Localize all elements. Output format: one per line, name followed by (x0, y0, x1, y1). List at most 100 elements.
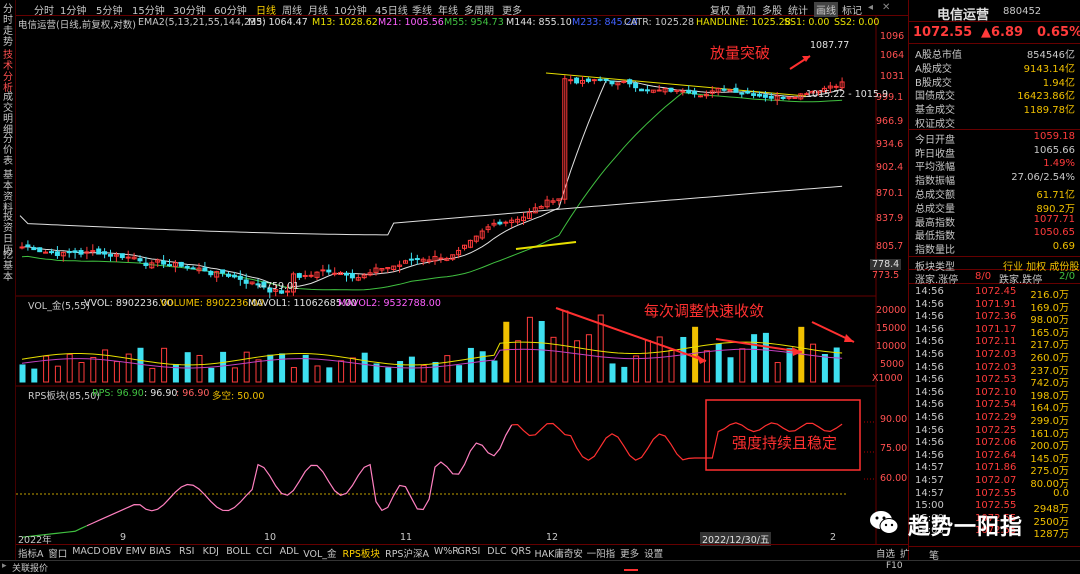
tick-row[interactable]: 14:56 1072.45 216.0万 (909, 286, 1073, 301)
tick-row[interactable]: 14:56 1072.03 260.0万 (909, 349, 1073, 364)
status-related-quote[interactable]: 关联报价 (12, 561, 48, 574)
tick-row[interactable]: 14:57 1072.07 80.00万 (909, 475, 1073, 490)
stat-row: 基金成交 1189.78亿 (913, 101, 1077, 116)
tool-overlay[interactable]: 叠加 (736, 2, 756, 17)
period-monthly[interactable]: 月线 (308, 2, 328, 17)
tick-row[interactable]: 14:57 1072.55 0.0 (909, 488, 1073, 500)
candle-body (751, 93, 757, 96)
tick-row[interactable]: 14:56 1071.17 165.0万 (909, 324, 1073, 339)
tool-fuquan[interactable]: 复权 (710, 2, 730, 17)
tick-row[interactable]: 14:57 1071.86 275.0万 (909, 462, 1073, 477)
indicator-tab[interactable]: RPS板块 (343, 546, 380, 560)
indicator-tab[interactable]: BOLL (226, 546, 250, 557)
ma-short-line (21, 79, 843, 289)
indicator-tab[interactable]: CCI (256, 546, 272, 557)
candle-body (627, 79, 633, 85)
indicator-tab[interactable]: RSI (179, 546, 194, 557)
period-fenshi[interactable]: 分时 (34, 2, 54, 17)
toolbar-more-icon[interactable]: ◂ (868, 2, 873, 13)
indicator-tab[interactable]: 一阳指 (587, 546, 616, 560)
period-more[interactable]: 更多 (502, 2, 522, 17)
sidebar-tab-jiben[interactable]: 基本资料 (1, 170, 15, 214)
tool-multistock[interactable]: 多股 (762, 2, 782, 17)
tool-stats[interactable]: 统计 (788, 2, 808, 17)
volume-bar (408, 356, 415, 383)
sidebar-tab-chengjiao[interactable]: 成交明细 (1, 92, 15, 136)
tick-row[interactable]: 14:56 1072.11 217.0万 (909, 336, 1073, 351)
tick-row[interactable]: 14:56 1072.54 164.0万 (909, 399, 1073, 414)
sidebar-tab-jishu[interactable]: 技术分析 (1, 50, 15, 94)
period-quarter[interactable]: 季线 (412, 2, 432, 17)
indicator-tab[interactable]: EMV (126, 546, 147, 557)
indicator-tab[interactable]: HAK庸奇安 (535, 546, 583, 560)
tick-row[interactable]: 14:56 1072.03 237.0万 (909, 362, 1073, 377)
candle-body (66, 251, 72, 254)
m21-value: M21: 1005.56 (378, 17, 444, 28)
tick-time: 14:57 (915, 475, 944, 486)
period-1min[interactable]: 1分钟 (60, 2, 86, 17)
period-multi[interactable]: 多周期 (464, 2, 494, 17)
tick-row[interactable]: 14:56 1072.29 299.0万 (909, 412, 1073, 427)
tick-row[interactable]: 14:56 1072.06 200.0万 (909, 437, 1073, 452)
tick-row[interactable]: 14:56 1072.64 145.0万 (909, 449, 1073, 465)
candle-body (644, 89, 650, 92)
period-60min[interactable]: 60分钟 (214, 2, 247, 17)
tab-expand[interactable]: 扩 (900, 546, 910, 560)
tab-zixuan[interactable]: 自选 (876, 546, 895, 560)
indicator-tab[interactable]: 窗口 (48, 546, 67, 560)
indicator-tab[interactable]: BIAS (149, 546, 171, 557)
kline-chart[interactable] (16, 16, 908, 544)
candle-body (768, 95, 774, 99)
close-icon[interactable]: ✕ (882, 2, 890, 13)
sidebar-tab-wajiben[interactable]: 挖基本 (1, 250, 15, 283)
stat-value: 1059.18 (1033, 130, 1075, 142)
status-f10[interactable]: F10 (886, 561, 903, 571)
indicator-tab[interactable]: KDJ (203, 546, 219, 557)
indicator-tab[interactable]: 更多 (620, 546, 639, 560)
period-daily[interactable]: 日线 (256, 2, 276, 17)
tick-price: 1072.54 (975, 399, 1017, 411)
indicator-tab[interactable]: OBV (102, 546, 122, 557)
indicator-tab[interactable]: DLC (487, 546, 506, 557)
indicator-tab[interactable]: 设置 (644, 546, 663, 560)
tick-time: 14:56 (915, 449, 944, 461)
volume-bar (444, 355, 451, 383)
tool-draw[interactable]: 画线 (814, 2, 838, 17)
period-10min[interactable]: 10分钟 (334, 2, 367, 17)
period-30min[interactable]: 30分钟 (173, 2, 206, 17)
indicator-tab[interactable]: MACD (72, 546, 100, 557)
period-15min[interactable]: 15分钟 (132, 2, 165, 17)
tick-row[interactable]: 14:56 1071.91 169.0万 (909, 299, 1073, 314)
tick-row[interactable]: 14:56 1072.10 198.0万 (909, 386, 1073, 402)
sidebar-tab-fenshi[interactable]: 分时走势 (1, 4, 15, 48)
tick-row[interactable]: 14:56 1072.53 742.0万 (909, 374, 1073, 389)
stat-label: 指数振幅 (915, 176, 955, 188)
volume-bar (326, 367, 333, 383)
x-tick: 10 (264, 532, 277, 543)
candle-body (208, 270, 214, 276)
candle-body (178, 261, 184, 267)
rps-duokong: 多空: 50.00 (212, 391, 265, 402)
stat-row: 总成交额 61.71亿 (913, 186, 1077, 201)
candle-body (408, 258, 414, 261)
sidebar-tab-fenjia[interactable]: 分价表 (1, 134, 15, 167)
indicator-tab[interactable]: RPS沪深A (385, 546, 429, 560)
period-5min[interactable]: 5分钟 (96, 2, 122, 17)
tick-row[interactable]: 14:56 1072.25 161.0万 (909, 425, 1073, 440)
tick-price: 1072.10 (975, 386, 1017, 398)
tick-row[interactable]: 14:56 1072.36 98.00万 (909, 311, 1073, 326)
period-45day[interactable]: 45日线 (375, 2, 408, 17)
indicator-tab[interactable]: VOL_金 (303, 546, 336, 560)
period-weekly[interactable]: 周线 (282, 2, 302, 17)
rps-tick: 90.00 (880, 414, 908, 425)
indicator-tab[interactable]: W%R (434, 546, 459, 557)
indicator-tab[interactable]: QRS (511, 546, 531, 557)
period-year[interactable]: 年线 (438, 2, 458, 17)
tool-mark[interactable]: 标记 (842, 2, 862, 17)
volume-bar (786, 348, 793, 383)
indicator-tab[interactable]: ADL (280, 546, 299, 557)
indicator-tab[interactable]: 指标A (18, 546, 44, 560)
price-tick: 934.6 (876, 139, 904, 150)
candle-body (31, 247, 37, 251)
indicator-tab[interactable]: GRSI (458, 546, 481, 557)
